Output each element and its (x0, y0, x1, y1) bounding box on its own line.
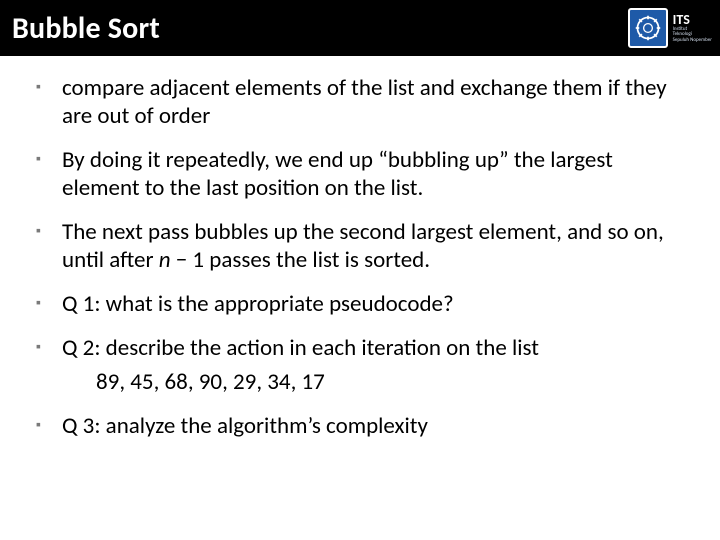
institution-logo: ITS Institut Teknologi Sepuluh Nopember (628, 8, 712, 48)
list-item: ▪ compare adjacent elements of the list … (36, 74, 684, 130)
bullet-text: Q 3: analyze the algorithm’s complexity (62, 412, 428, 440)
bullet-icon: ▪ (36, 225, 48, 237)
logo-abbrev: ITS (673, 13, 712, 27)
bullet-text: Q 1: what is the appropriate pseudocode? (62, 290, 454, 318)
bullet-icon: ▪ (36, 341, 48, 353)
title-bar: Bubble Sort (0, 0, 720, 56)
list-item: ▪ Q 1: what is the appropriate pseudocod… (36, 290, 684, 318)
slide: Bubble Sort (0, 0, 720, 540)
logo-text-block: ITS Institut Teknologi Sepuluh Nopember (673, 13, 712, 44)
variable-n: n (159, 246, 171, 274)
list-item: ▪ Q 2: describe the action in each itera… (36, 334, 684, 362)
logo-sub-3: Sepuluh Nopember (673, 38, 712, 44)
bullet-text: The next pass bubbles up the second larg… (62, 218, 684, 274)
slide-content: ▪ compare adjacent elements of the list … (0, 56, 720, 466)
bullet-icon: ▪ (36, 153, 48, 165)
list-item: ▪ Q 3: analyze the algorithm’s complexit… (36, 412, 684, 440)
bullet-text-post: − 1 passes the list is sorted. (171, 246, 430, 274)
list-item: ▪ By doing it repeatedly, we end up “bub… (36, 146, 684, 202)
slide-title: Bubble Sort (12, 10, 160, 47)
gear-icon (634, 14, 662, 42)
bullet-text: By doing it repeatedly, we end up “bubbl… (62, 146, 684, 202)
example-list-values: 89, 45, 68, 90, 29, 34, 17 (36, 368, 684, 396)
bullet-text: Q 2: describe the action in each iterati… (62, 334, 539, 362)
bullet-text: compare adjacent elements of the list an… (62, 74, 684, 130)
bullet-icon: ▪ (36, 419, 48, 431)
list-item: ▪ The next pass bubbles up the second la… (36, 218, 684, 274)
bullet-icon: ▪ (36, 81, 48, 93)
its-emblem-icon (628, 8, 668, 48)
bullet-icon: ▪ (36, 297, 48, 309)
